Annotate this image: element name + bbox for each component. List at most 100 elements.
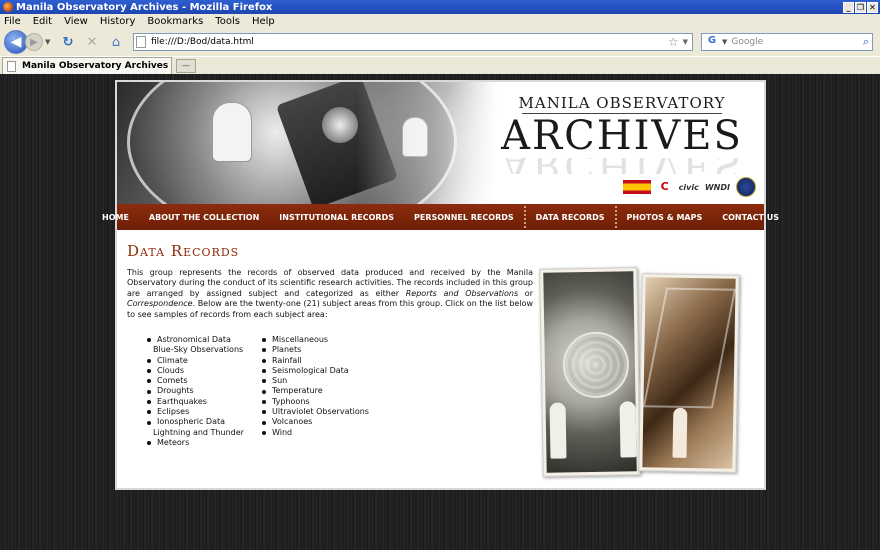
antenna-dish-image — [562, 331, 630, 399]
priest-figure-image — [672, 407, 688, 458]
history-dropdown-icon[interactable]: ▼ — [45, 38, 53, 46]
site-container: MANILA OBSERVATORY ARCHIVES ARCHIVES C c… — [102, 80, 779, 490]
main-navigation: HOME ABOUT THE COLLECTION INSTITUTIONAL … — [102, 204, 779, 230]
url-bar[interactable]: file:///D:/Bod/data.html ☆ ▼ — [133, 33, 693, 51]
bookmark-star-icon[interactable]: ☆ — [668, 35, 679, 49]
subject-item[interactable]: Earthquakes — [147, 397, 242, 407]
menu-help[interactable]: Help — [252, 16, 275, 27]
subject-item[interactable]: Ultraviolet Observations — [262, 407, 369, 417]
partner-c-logo-icon[interactable]: C — [656, 180, 673, 194]
minimize-button[interactable]: _ — [843, 1, 854, 13]
subject-item[interactable]: Eclipses — [147, 407, 242, 417]
subject-item[interactable]: Wind — [262, 428, 369, 438]
nav-data-records[interactable]: DATA RECORDS — [523, 206, 617, 228]
wndi-logo[interactable]: WNDI — [705, 183, 730, 192]
intro-text-2: or — [518, 288, 533, 298]
subject-list-column-2: Miscellaneous Planets Rainfall Seismolog… — [262, 335, 369, 448]
forward-button[interactable]: ▶ — [25, 33, 43, 51]
search-bar[interactable]: G ▼ Google ⌕ — [701, 33, 873, 51]
site-logo[interactable]: MANILA OBSERVATORY ARCHIVES ARCHIVES — [487, 94, 757, 174]
subject-item[interactable]: Meteors — [147, 438, 242, 448]
nav-personnel-records[interactable]: PERSONNEL RECORDS — [404, 206, 524, 228]
tab-active[interactable]: Manila Observatory Archives — [2, 57, 172, 74]
astronomer-figure-image — [212, 102, 252, 162]
intro-paragraph: This group represents the records of obs… — [127, 268, 533, 320]
stop-icon[interactable]: ✕ — [83, 33, 101, 51]
subject-item[interactable]: Volcanoes — [262, 417, 369, 427]
window-controls: _ ❐ ✕ — [843, 1, 878, 13]
telescope-structure-image — [642, 287, 737, 409]
menu-history[interactable]: History — [100, 16, 136, 27]
civic-logo[interactable]: civic — [679, 183, 699, 192]
menu-file[interactable]: File — [4, 16, 21, 27]
site-header: MANILA OBSERVATORY ARCHIVES ARCHIVES C c… — [117, 82, 764, 204]
main-content: Data Records This group represents the r… — [127, 242, 533, 320]
subject-item[interactable]: Sun — [262, 376, 369, 386]
subject-item[interactable]: Comets — [147, 376, 242, 386]
engine-dropdown-icon[interactable]: ▼ — [722, 38, 727, 46]
nav-home[interactable]: HOME — [92, 206, 139, 228]
brand-top-text: MANILA OBSERVATORY — [518, 94, 726, 112]
subject-item[interactable]: Astronomical Data — [147, 335, 242, 345]
subject-item[interactable]: Rainfall — [262, 356, 369, 366]
subject-item[interactable]: Planets — [262, 345, 369, 355]
tab-page-icon — [7, 60, 16, 72]
subject-item[interactable]: Miscellaneous — [262, 335, 369, 345]
radio-dish-photo — [539, 267, 641, 477]
page-title: Data Records — [127, 242, 240, 260]
subject-item[interactable]: Blue-Sky Observations — [147, 345, 243, 355]
navigation-toolbar: ◀ ▶ ▼ ↻ ✕ ⌂ file:///D:/Bod/data.html ☆ ▼… — [0, 28, 880, 56]
subject-item[interactable]: Lightning and Thunder — [147, 428, 244, 438]
nav-about-collection[interactable]: ABOUT THE COLLECTION — [139, 206, 269, 228]
url-dropdown-icon[interactable]: ▼ — [683, 38, 688, 46]
menu-tools[interactable]: Tools — [215, 16, 240, 27]
subject-item[interactable]: Droughts — [147, 386, 242, 396]
partner-logos: C civic WNDI — [622, 177, 756, 197]
observatory-seal-icon[interactable] — [736, 177, 756, 197]
nav-photos-maps[interactable]: PHOTOS & MAPS — [617, 206, 713, 228]
menu-bookmarks[interactable]: Bookmarks — [147, 16, 203, 27]
header-photo — [117, 82, 497, 204]
menu-view[interactable]: View — [64, 16, 88, 27]
intro-emphasis-correspondence: Correspondence — [127, 299, 193, 309]
subject-item[interactable]: Typhoons — [262, 397, 369, 407]
subject-item[interactable]: Seismological Data — [262, 366, 369, 376]
photo-fade — [357, 82, 497, 204]
window-titlebar: Manila Observatory Archives - Mozilla Fi… — [0, 0, 880, 14]
search-icon[interactable]: ⌕ — [863, 35, 869, 49]
tab-bar: Manila Observatory Archives — — [0, 56, 880, 74]
radio-dish-image — [543, 271, 637, 473]
new-tab-button[interactable]: — — [176, 59, 196, 73]
subject-list-column-1: Astronomical Data Blue-Sky Observations … — [147, 335, 244, 448]
spain-flag-icon[interactable] — [622, 180, 651, 194]
subject-item[interactable]: Clouds — [147, 366, 242, 376]
forward-arrow-icon: ▶ — [30, 36, 38, 48]
firefox-icon — [3, 2, 13, 12]
subject-item[interactable]: Ionospheric Data — [147, 417, 242, 427]
search-input[interactable]: Google — [731, 37, 862, 47]
back-arrow-icon: ◀ — [10, 34, 22, 50]
subject-lists: Astronomical Data Blue-Sky Observations … — [147, 335, 369, 448]
maximize-button[interactable]: ❐ — [855, 1, 866, 13]
brand-reflection: ARCHIVES — [487, 158, 757, 174]
intro-emphasis-reports: Reports and Observations — [405, 288, 519, 298]
page-icon — [136, 36, 146, 48]
home-icon[interactable]: ⌂ — [107, 33, 125, 51]
priest-figure-image — [619, 401, 637, 458]
menu-edit[interactable]: Edit — [33, 16, 52, 27]
nav-institutional-records[interactable]: INSTITUTIONAL RECORDS — [269, 206, 404, 228]
tab-title: Manila Observatory Archives — [22, 61, 169, 71]
priest-figure-image — [549, 402, 567, 459]
observatory-interior-image — [642, 277, 737, 469]
nav-contact-us[interactable]: CONTACT US — [712, 206, 789, 228]
subject-item[interactable]: Temperature — [262, 386, 369, 396]
telescope-lens-image — [322, 107, 358, 143]
menu-bar: File Edit View History Bookmarks Tools H… — [0, 14, 880, 28]
reload-icon[interactable]: ↻ — [59, 33, 77, 51]
close-button[interactable]: ✕ — [867, 1, 878, 13]
google-engine-icon[interactable]: G — [704, 35, 720, 49]
url-text[interactable]: file:///D:/Bod/data.html — [151, 37, 668, 47]
window-title: Manila Observatory Archives - Mozilla Fi… — [16, 1, 273, 13]
brand-main-text: ARCHIVES — [501, 113, 743, 159]
subject-item[interactable]: Climate — [147, 356, 242, 366]
